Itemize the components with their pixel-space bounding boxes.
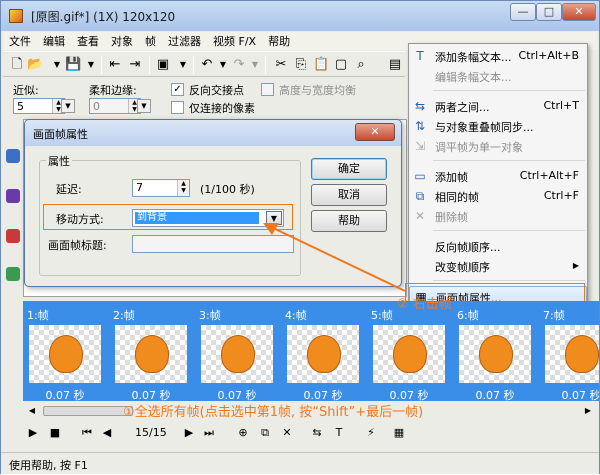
frame-counter: 15/15 — [135, 426, 167, 439]
delete-frame-icon[interactable]: ✕ — [279, 425, 295, 441]
frame-cell[interactable]: 5:帧 0.07 秒 — [367, 301, 451, 402]
frame-delay: 0.07 秒 — [561, 389, 600, 401]
play-icon[interactable]: ▶ — [25, 425, 41, 441]
frame-delay: 0.07 秒 — [45, 389, 85, 402]
frame-thumbnail — [459, 325, 531, 383]
last-frame-icon[interactable]: ⏭ — [201, 425, 217, 441]
frame-label: 3:帧 — [199, 309, 221, 322]
cat-sprite-icon — [221, 335, 255, 373]
frame-strip: 1:帧 0.07 秒 2:帧 0.07 秒 3:帧 0.07 秒 4:帧 0.07 秒 … — [23, 301, 599, 402]
next-frame-icon[interactable]: ▶ — [181, 425, 197, 441]
frame-thumbnail — [287, 325, 359, 383]
frame-thumbnail — [115, 325, 187, 383]
tween-icon[interactable]: ⇆ — [309, 425, 325, 441]
frame-label: 1:帧 — [27, 309, 49, 322]
frame-cell[interactable]: 1:帧 0.07 秒 — [23, 301, 107, 402]
banner-text-icon[interactable]: T — [331, 425, 347, 441]
first-frame-icon[interactable]: ⏮ — [79, 425, 95, 441]
frame-label: 4:帧 — [285, 309, 307, 322]
cat-sprite-icon — [307, 335, 341, 373]
frame-cell[interactable]: 6:帧 0.07 秒 — [453, 301, 537, 402]
cat-sprite-icon — [479, 335, 513, 373]
scroll-thumb[interactable] — [43, 406, 133, 416]
stop-icon[interactable]: ■ — [47, 425, 63, 441]
status-bar: 使用帮助, 按 F1 — [1, 452, 599, 474]
frame-label: 5:帧 — [371, 309, 393, 322]
optimize-icon[interactable]: ⚡ — [363, 425, 379, 441]
cat-sprite-icon — [565, 335, 599, 373]
frame-cell[interactable]: 4:帧 0.07 秒 — [281, 301, 365, 402]
frame-thumbnail — [201, 325, 273, 383]
annotation-select-all: ①全选所有帧(点击选中第1帧, 按“Shift”+最后一帧) — [123, 405, 424, 420]
cat-sprite-icon — [393, 335, 427, 373]
duplicate-frame-icon[interactable]: ⧉ — [257, 425, 273, 441]
frame-cell[interactable]: 7:帧 0.07 秒 — [539, 301, 599, 401]
frame-thumbnail — [373, 325, 445, 383]
main-window: [原图.gif*] (1X) 120x120 — □ ✕ 文件 编辑 查看 对象帧过滤… — [0, 0, 600, 474]
frame-label: 2:帧 — [113, 309, 135, 322]
status-text: 使用帮助, 按 F1 — [9, 459, 88, 472]
cat-sprite-icon — [135, 335, 169, 373]
scroll-left-icon[interactable]: ◀ — [25, 404, 39, 418]
arrow-line — [270, 226, 406, 292]
frame-delay: 0.07 秒 — [475, 389, 515, 402]
insert-frame-icon[interactable]: ⊕ — [235, 425, 251, 441]
frame-thumbnail — [29, 325, 101, 383]
frame-properties-icon[interactable]: ▦ — [391, 425, 407, 441]
frame-cell[interactable]: 2:帧 0.07 秒 — [109, 301, 193, 402]
cat-sprite-icon — [49, 335, 83, 373]
prev-frame-icon[interactable]: ◀ — [99, 425, 115, 441]
frame-label: 6:帧 — [457, 309, 479, 322]
playback-bar: ▶ ■ ⏮ ◀ 15/15 ▶ ⏭ ⊕ ⧉ ✕ ⇆ T ⚡ ▦ — [3, 421, 599, 445]
frame-label: 7:帧 — [543, 309, 565, 322]
scroll-right-icon[interactable]: ▶ — [581, 404, 595, 418]
frame-cell[interactable]: 3:帧 0.07 秒 — [195, 301, 279, 402]
frame-thumbnail — [545, 325, 599, 383]
annotation-right-click: ② 右击帧 — [397, 297, 452, 312]
